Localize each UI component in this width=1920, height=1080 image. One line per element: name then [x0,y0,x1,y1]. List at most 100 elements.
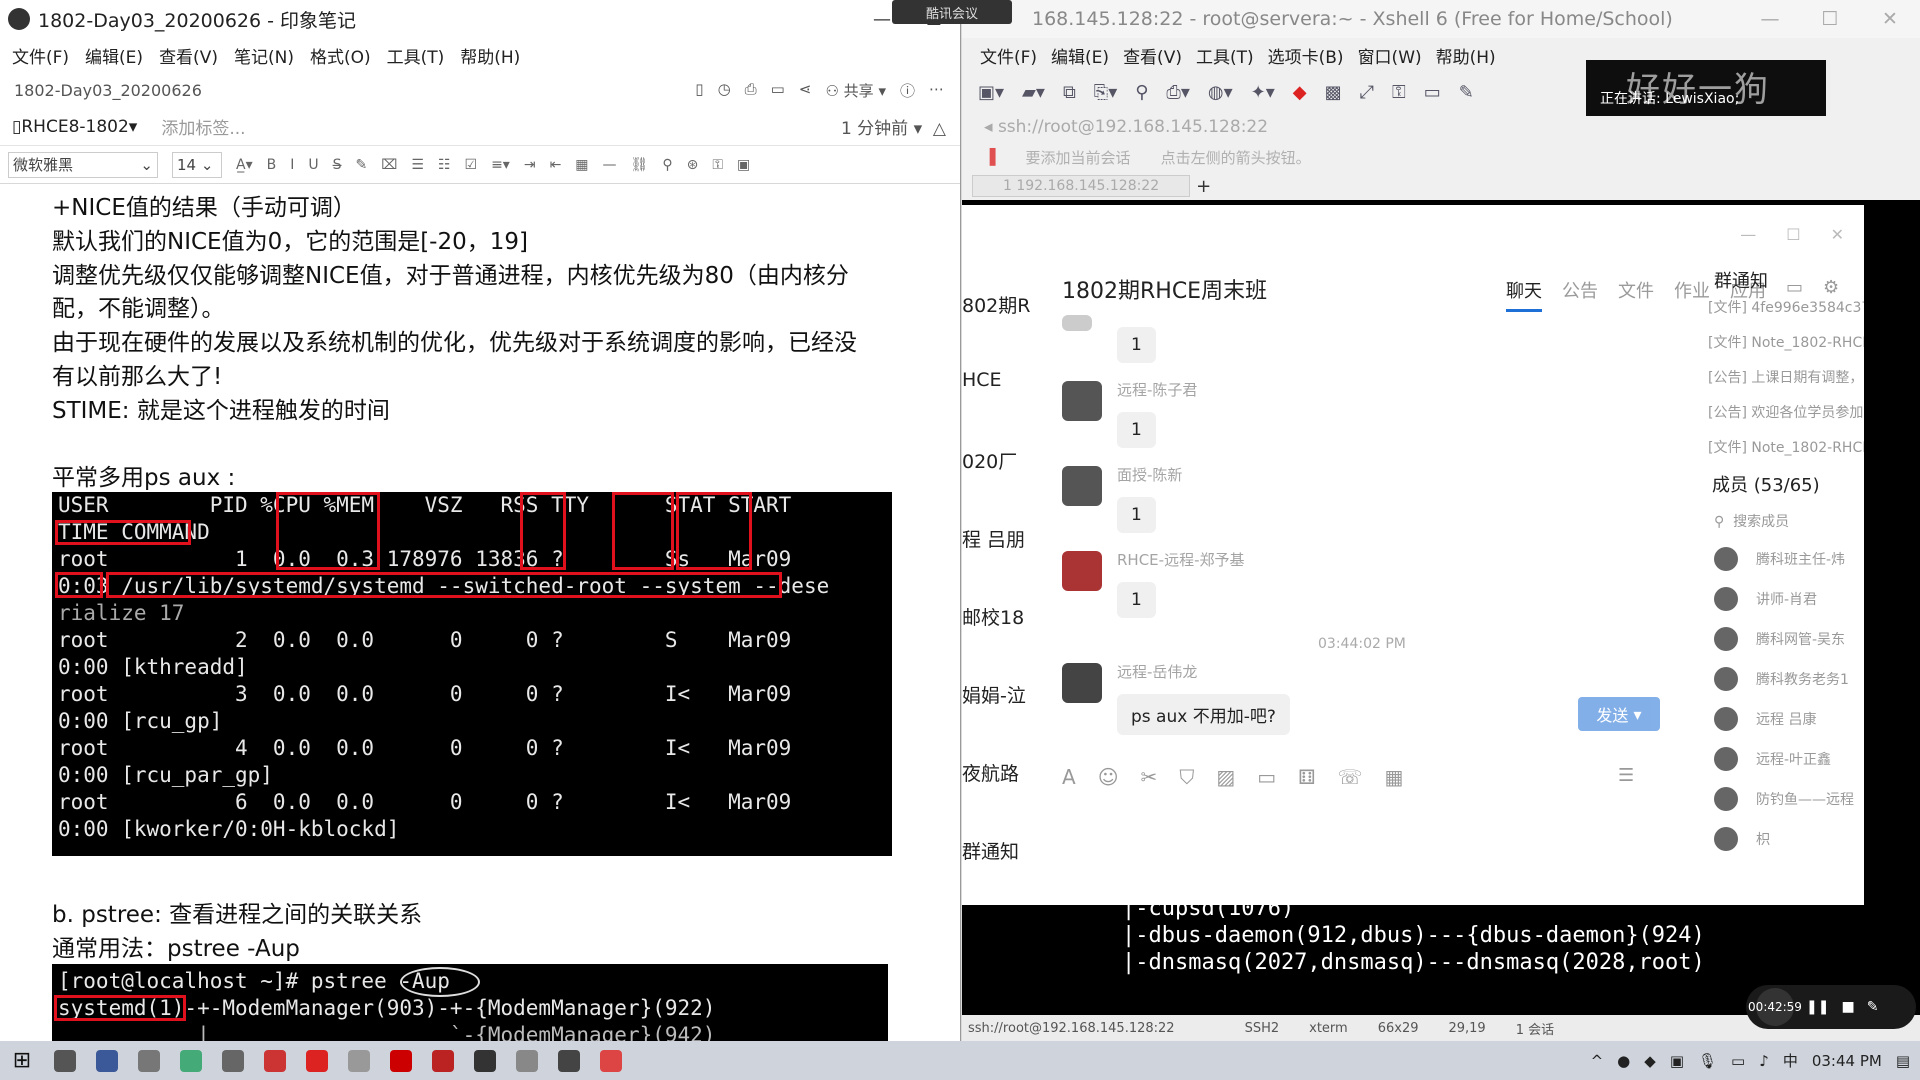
reconnect-icon[interactable]: ⧉ [1063,82,1076,103]
record-icon[interactable]: ▩ [1325,82,1342,103]
avatar[interactable] [1714,707,1738,731]
menu-tools[interactable]: 工具(T) [1196,43,1254,68]
taskbar-app-icon[interactable] [128,1046,170,1076]
add-tab-icon[interactable]: + [1196,176,1211,197]
member-name[interactable]: 枳 [1756,829,1770,849]
avatar[interactable] [1714,747,1738,771]
taskbar-app-icon[interactable] [254,1046,296,1076]
member-name[interactable]: 腾科网管-吴东 [1756,629,1845,649]
notebook-selector[interactable]: ▯RHCE8-1802▾ [12,117,137,137]
menu-view[interactable]: 查看(V) [159,43,218,68]
fullscreen-icon[interactable]: ⤢ [1360,82,1374,103]
more-icon[interactable]: ⋯ [929,80,944,101]
chat-list-item[interactable]: 群通知 [962,837,1019,864]
bold-icon[interactable]: B [267,157,277,173]
calendar-icon[interactable]: ▦ [1385,765,1404,789]
taskbar-app-icon[interactable] [212,1046,254,1076]
menu-tools[interactable]: 工具(T) [387,43,445,68]
print-icon[interactable]: ⎙▾ [1166,82,1189,103]
notice-item[interactable]: [文件] 4fe996e3584c375 [1708,297,1864,317]
member-name[interactable]: 腾科班主任-炜 [1756,549,1845,569]
find-icon[interactable]: ⚲ [1135,82,1148,103]
chat-list-item[interactable]: 程 吕朋 [962,525,1025,552]
font-size-select[interactable]: 14 ⌄ [172,151,222,178]
shield-icon[interactable]: ⛉ [1179,765,1194,789]
avatar[interactable] [1714,587,1738,611]
strikethrough-icon[interactable]: S̶ [333,157,342,173]
member-name[interactable]: 讲师-肖君 [1756,589,1817,609]
reminder-icon[interactable]: ◷ [718,80,731,101]
send-button[interactable]: 发送 ▾ [1578,697,1660,731]
notice-item[interactable]: [公告] 欢迎各位学员参加 [1708,402,1863,422]
chat-list-item[interactable]: 夜航路 [962,759,1019,786]
link-icon[interactable]: ⛓ [631,157,649,173]
taskbar-app-icon[interactable] [422,1046,464,1076]
note-body[interactable]: +NICE值的结果（手动可调） 默认我们的NICE值为0，它的范围是[-20，1… [0,186,958,1041]
tab-files[interactable]: 文件 [1618,277,1654,312]
avatar[interactable] [1714,547,1738,571]
member-search[interactable]: ⚲ 搜索成员 [1714,511,1789,531]
avatar[interactable] [1062,315,1092,331]
member-name[interactable]: 防钓鱼——远程 [1756,789,1854,809]
add-tag-input[interactable]: 添加标签... [161,114,245,139]
chat-icon[interactable]: ▭ [771,80,785,101]
phone-icon[interactable]: ☏ [1338,765,1363,789]
close-icon[interactable]: ✕ [1860,8,1920,30]
notice-item[interactable]: [文件] Note_1802-RHCE [1708,437,1864,457]
menu-file[interactable]: 文件(F) [980,43,1037,68]
tab-announcement[interactable]: 公告 [1562,277,1598,312]
chat-list-item[interactable]: 020厂 [962,447,1017,474]
menu-help[interactable]: 帮助(H) [1436,43,1496,68]
open-folder-icon[interactable]: ▰▾ [1022,82,1045,103]
image-icon[interactable]: ▨ [1216,765,1235,789]
stop-icon[interactable]: ■ [1841,999,1854,1015]
xftp-icon[interactable]: ◆ [1293,82,1307,103]
avatar[interactable] [1714,787,1738,811]
avatar[interactable] [1714,827,1738,851]
address-bar[interactable]: ◂ ssh://root@192.168.145.128:22 [962,112,1920,142]
outdent-icon[interactable]: ⇤ [550,157,562,173]
lock-icon[interactable]: ⚿ [1392,82,1406,103]
menu-view[interactable]: 查看(V) [1123,43,1182,68]
minimize-icon[interactable]: — [1740,8,1800,30]
share-icon[interactable]: ⋖ [799,80,812,101]
taskbar-app-icon[interactable] [338,1046,380,1076]
menu-file[interactable]: 文件(F) [12,43,69,68]
chat-list-item[interactable]: HCE [962,369,1002,391]
taskbar-app-icon[interactable] [548,1046,590,1076]
chat-list-item[interactable]: 娟娟-泣 [962,681,1026,708]
minimize-icon[interactable]: — [1740,225,1756,244]
avatar[interactable] [1714,667,1738,691]
compose-icon[interactable]: ✎ [1459,82,1474,103]
windows-start-icon[interactable]: ⊞ [0,1048,44,1073]
indent-icon[interactable]: ⇥ [524,157,536,173]
italic-icon[interactable]: I [290,157,294,173]
taskbar-app-icon[interactable] [506,1046,548,1076]
tray-app-icon[interactable]: ● [1617,1052,1630,1070]
note-info-icon[interactable]: ⓘ [900,80,915,101]
volume-icon[interactable]: ♪ [1759,1052,1769,1070]
clock[interactable]: 03:44 PM [1812,1052,1882,1070]
font-color-icon[interactable]: A̲▾ [236,157,253,173]
folder-icon[interactable]: ▭ [1257,765,1276,789]
tab-chat[interactable]: 聊天 [1506,277,1542,312]
notice-item[interactable]: [文件] Note_1802-RHCE [1708,332,1864,352]
checkbox-icon[interactable]: ☑ [465,157,478,173]
maximize-icon[interactable]: ☐ [1800,8,1860,30]
gift-icon[interactable]: ⚅ [1298,765,1315,789]
chat-list-item[interactable]: 邮校18 [962,603,1024,630]
menu-tabs[interactable]: 选项卡(B) [1268,43,1344,68]
bullet-list-icon[interactable]: ☰ [411,157,424,173]
menu-help[interactable]: 帮助(H) [460,43,520,68]
tray-app-icon[interactable]: ◆ [1644,1052,1656,1070]
member-name[interactable]: 远程 吕康 [1756,709,1816,729]
globe-icon[interactable]: ◍▾ [1208,82,1233,103]
maximize-icon[interactable]: ☐ [1786,225,1800,244]
ime-icon[interactable]: 中 [1783,1050,1798,1071]
underline-icon[interactable]: U [308,157,318,173]
share-button[interactable]: ⚇ 共享 ▾ [825,80,886,101]
menu-edit[interactable]: 编辑(E) [85,43,143,68]
menu-window[interactable]: 窗口(W) [1358,43,1422,68]
history-icon[interactable]: ☰ [1618,765,1634,786]
meeting-badge[interactable]: 酷讯会议 [892,0,1012,24]
